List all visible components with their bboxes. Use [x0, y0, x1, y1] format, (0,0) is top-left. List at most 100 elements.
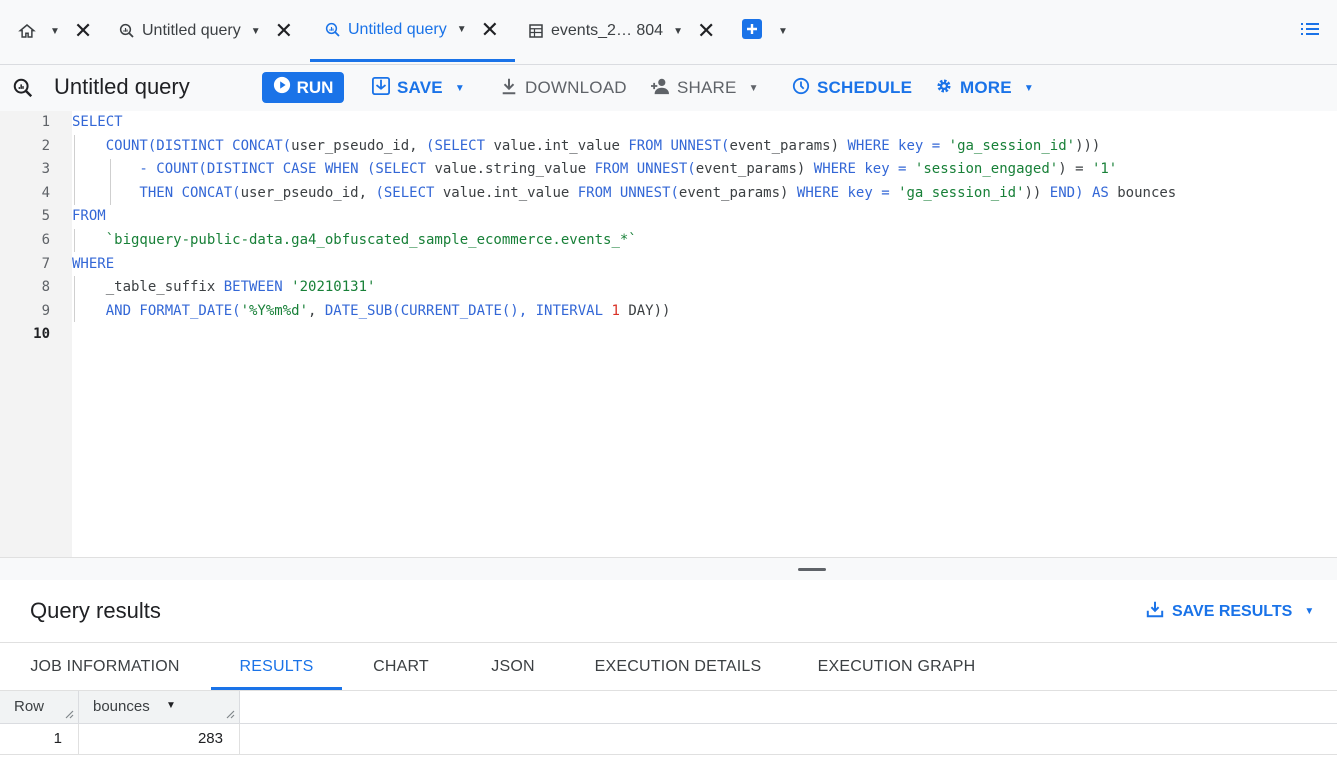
results-header: Query results SAVE RESULTS ▼: [0, 580, 1337, 643]
code-token: user_pseudo_id,: [240, 184, 376, 201]
tab-execution-details[interactable]: EXECUTION DETAILS: [583, 643, 773, 690]
code-token: FROM UNNEST(: [594, 161, 696, 178]
line-number: 6: [41, 232, 50, 248]
code-token: (SELECT: [375, 184, 443, 201]
close-icon[interactable]: ✕: [275, 20, 293, 42]
query-icon: [118, 22, 136, 40]
results-table: Row bounces ▼ 1 283: [0, 691, 1337, 768]
share-label: SHARE: [677, 78, 737, 97]
code-token: ) =: [1058, 161, 1092, 178]
code-token: END) AS: [1049, 184, 1118, 201]
code-line[interactable]: COUNT(DISTINCT CONCAT(user_pseudo_id, (S…: [72, 137, 1101, 154]
code-token: - COUNT(DISTINCT CASE WHEN (SELECT: [72, 161, 435, 178]
sort-caret-icon[interactable]: ▼: [166, 700, 176, 711]
results-title: Query results: [30, 598, 161, 623]
code-line[interactable]: `bigquery-public-data.ga4_obfuscated_sam…: [72, 232, 637, 248]
code-token: '20210131': [291, 279, 376, 296]
new-tab-button[interactable]: ▼: [742, 0, 788, 62]
code-token: WHERE: [72, 255, 115, 272]
indent-guide: [110, 159, 111, 205]
save-button[interactable]: SAVE ▼: [372, 73, 465, 103]
code-line[interactable]: FROM: [72, 208, 106, 224]
column-header-bounces[interactable]: bounces ▼: [79, 691, 240, 724]
query-title: Untitled query: [54, 74, 190, 99]
chevron-down-icon[interactable]: ▼: [673, 26, 683, 37]
tab-results[interactable]: RESULTS: [211, 643, 342, 690]
code-token: BETWEEN: [223, 279, 292, 296]
close-icon[interactable]: ✕: [697, 20, 715, 42]
download-label: DOWNLOAD: [525, 78, 627, 97]
chevron-down-icon: ▼: [1023, 82, 1034, 94]
save-icon: [372, 76, 390, 100]
indent-guide: [74, 135, 75, 205]
line-number: 1: [41, 114, 50, 130]
drag-handle[interactable]: [798, 568, 826, 571]
code-line[interactable]: _table_suffix BETWEEN '20210131': [72, 279, 376, 296]
code-token: ,: [308, 302, 325, 319]
save-icon: [1146, 600, 1164, 623]
tab-job-information[interactable]: JOB INFORMATION: [10, 643, 200, 690]
chevron-down-icon[interactable]: ▼: [457, 24, 467, 35]
code-token: user_pseudo_id,: [291, 137, 427, 154]
save-results-label: SAVE RESULTS: [1172, 602, 1293, 620]
schedule-button[interactable]: SCHEDULE: [792, 73, 912, 103]
code-token: '1': [1091, 161, 1118, 178]
list-icon: [1300, 21, 1320, 42]
code-line[interactable]: WHERE: [72, 256, 114, 272]
code-token: )): [1024, 184, 1050, 201]
table-cell[interactable]: 283: [79, 724, 240, 755]
code-token: WHERE key =: [847, 137, 949, 154]
code-line[interactable]: SELECT: [72, 114, 123, 130]
close-icon[interactable]: ✕: [481, 18, 499, 41]
resize-handle-icon[interactable]: [64, 709, 74, 719]
sql-editor[interactable]: 1 2 3 4 5 6 7 8 9 10 SELECT COUNT(DISTINCT CONCAT…: [0, 111, 1337, 574]
line-number: 7: [41, 255, 50, 272]
more-button[interactable]: MORE ▼: [935, 73, 1034, 103]
tab-label: Untitled query: [348, 20, 447, 38]
query-icon: [12, 77, 34, 104]
line-number: 10: [33, 326, 50, 343]
code-token: THEN CONCAT(: [72, 184, 241, 201]
code-token: DATE_SUB(CURRENT_DATE(), INTERVAL: [324, 302, 612, 319]
code-line[interactable]: THEN CONCAT(user_pseudo_id, (SELECT valu…: [72, 185, 1176, 201]
tab-untitled-query-1[interactable]: Untitled query ▼ ✕: [118, 0, 293, 62]
close-icon[interactable]: ✕: [74, 20, 92, 42]
tab-label: Untitled query: [142, 22, 241, 39]
tab-chart[interactable]: CHART: [352, 643, 450, 690]
gear-icon: [935, 77, 953, 100]
pane-splitter[interactable]: [0, 557, 1337, 581]
code-token: 'ga_session_id': [948, 137, 1076, 154]
download-button[interactable]: DOWNLOAD: [500, 73, 627, 103]
row-number: 1: [53, 730, 62, 747]
tab-json[interactable]: JSON: [465, 643, 561, 690]
line-number: 8: [41, 279, 50, 296]
code-token: value.int_value: [442, 184, 578, 201]
indent-guide: [74, 229, 75, 252]
more-label: MORE: [960, 78, 1012, 97]
chevron-down-icon[interactable]: ▼: [251, 26, 261, 37]
code-token: FROM UNNEST(: [577, 184, 679, 201]
chevron-down-icon[interactable]: ▼: [778, 26, 788, 37]
resize-handle-icon[interactable]: [225, 709, 235, 719]
run-button[interactable]: RUN: [262, 72, 344, 103]
column-header-filler: [240, 691, 1337, 724]
tab-bar: ▼ ✕ Untitled query ▼ ✕ Untitled query ▼ …: [0, 0, 1337, 65]
code-token: DAY)): [619, 302, 671, 319]
chevron-down-icon[interactable]: ▼: [50, 26, 60, 37]
chevron-down-icon: ▼: [1304, 606, 1315, 617]
code-token: COUNT(DISTINCT CONCAT(: [72, 137, 292, 154]
save-results-button[interactable]: SAVE RESULTS ▼: [1146, 600, 1314, 623]
code-line[interactable]: AND FORMAT_DATE('%Y%m%d', DATE_SUB(CURRE…: [72, 302, 671, 319]
list-view-button[interactable]: [1300, 0, 1320, 62]
query-icon: [324, 21, 342, 39]
tab-execution-graph[interactable]: EXECUTION GRAPH: [805, 643, 988, 690]
share-button[interactable]: SHARE ▼: [650, 73, 759, 103]
tab-untitled-query-2[interactable]: Untitled query ▼ ✕: [310, 0, 515, 62]
add-icon: [742, 18, 762, 44]
table-icon: [527, 22, 545, 40]
tab-home[interactable]: ▼ ✕: [18, 0, 92, 62]
tab-events-table[interactable]: events_2… 804 ▼ ✕: [527, 0, 715, 62]
run-label: RUN: [296, 77, 334, 97]
code-line[interactable]: - COUNT(DISTINCT CASE WHEN (SELECT value…: [72, 161, 1117, 177]
cell-value: 283: [197, 730, 223, 747]
